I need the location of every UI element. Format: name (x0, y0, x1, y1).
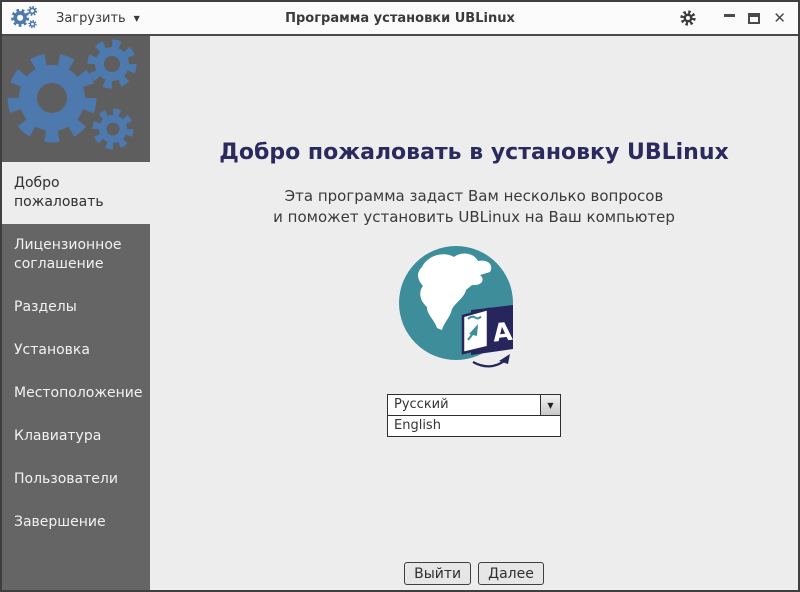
installer-steps-nav: Добро пожаловать Лицензионное соглашение… (2, 162, 150, 544)
sidebar-item-license[interactable]: Лицензионное соглашение (2, 224, 150, 286)
load-menu-label: Загрузить (56, 10, 126, 26)
translate-letter: A (491, 317, 514, 348)
load-menu-button[interactable]: Загрузить ▼ (56, 11, 140, 26)
language-option-english[interactable]: English (388, 416, 560, 436)
sidebar-item-location[interactable]: Местоположение (2, 372, 150, 415)
page-subtitle: Эта программа задаст Вам несколько вопро… (273, 186, 675, 228)
app-gears-logo-icon (10, 5, 40, 31)
sidebar-item-welcome[interactable]: Добро пожаловать (2, 162, 150, 224)
minimize-icon[interactable] (724, 13, 736, 17)
subtitle-line-2: и поможет установить UBLinux на Ваш комп… (273, 208, 675, 226)
sidebar-item-users[interactable]: Пользователи (2, 458, 150, 501)
installer-window: Загрузить ▼ Программа установки UBLinux … (0, 0, 800, 592)
chevron-down-icon: ▼ (133, 13, 140, 23)
language-combobox[interactable]: Русский ▼ (387, 394, 561, 416)
sidebar-item-keyboard[interactable]: Клавиатура (2, 415, 150, 458)
settings-gear-icon[interactable] (679, 9, 697, 27)
maximize-icon[interactable] (748, 12, 761, 24)
close-icon[interactable]: ✕ (773, 10, 786, 25)
quit-button[interactable]: Выйти (404, 562, 472, 585)
subtitle-line-1: Эта программа задаст Вам несколько вопро… (284, 187, 664, 205)
sidebar-item-install[interactable]: Установка (2, 329, 150, 372)
chevron-down-icon: ▼ (547, 400, 554, 410)
titlebar: Загрузить ▼ Программа установки UBLinux … (2, 2, 798, 36)
next-button[interactable]: Далее (478, 562, 544, 585)
combobox-arrow-button[interactable]: ▼ (540, 395, 560, 415)
sidebar-item-partitions[interactable]: Разделы (2, 286, 150, 329)
page-title: Добро пожаловать в установку UBLinux (219, 140, 729, 165)
sidebar-item-finish[interactable]: Завершение (2, 501, 150, 544)
main-panel: Добро пожаловать в установку UBLinux Эта… (150, 36, 798, 590)
language-selected-value: Русский (394, 397, 449, 412)
language-dropdown-list: English (387, 415, 561, 437)
footer-buttons: Выйти Далее (150, 562, 798, 585)
sidebar-gears-logo-icon (2, 36, 150, 162)
globe-translate-icon: A (398, 245, 550, 379)
language-select: Русский ▼ English (387, 394, 561, 437)
sidebar: Добро пожаловать Лицензионное соглашение… (2, 36, 150, 590)
